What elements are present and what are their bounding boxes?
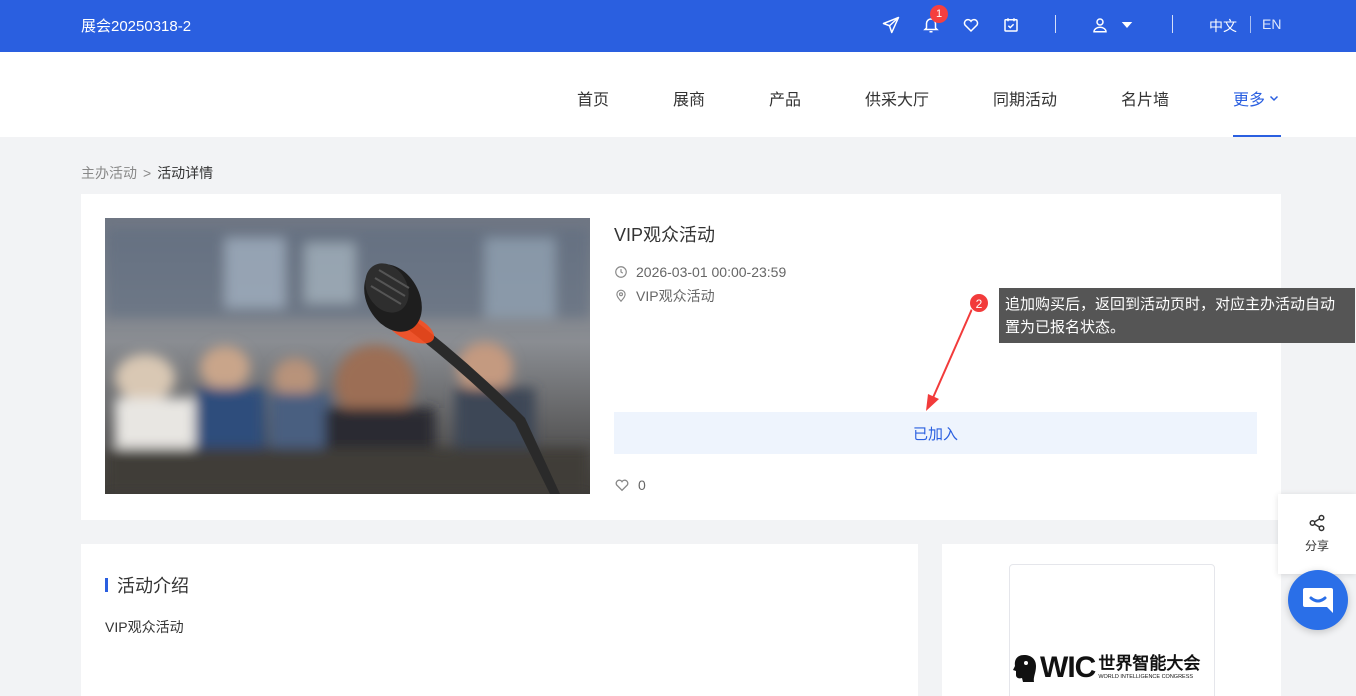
annotation-number: 2 [969,293,989,313]
clock-icon [615,266,627,278]
like-count: 0 [638,477,646,493]
top-bar: 展会20250318-2 1 中文 EN [0,0,1356,52]
intro-heading: 活动介绍 [105,572,189,598]
site-title[interactable]: 展会20250318-2 [81,15,191,36]
breadcrumb: 主办活动 > 活动详情 [81,163,213,183]
event-time-row: 2026-03-01 00:00-23:59 [614,264,786,280]
nav-products[interactable]: 产品 [769,86,801,110]
chat-button[interactable] [1288,570,1348,630]
joined-button[interactable]: 已加入 [614,412,1257,454]
share-icon [1309,514,1325,532]
location-pin-icon [616,289,626,303]
nav-concurrent-events[interactable]: 同期活动 [993,86,1057,110]
breadcrumb-parent[interactable]: 主办活动 [81,163,137,183]
nav-exhibitors[interactable]: 展商 [673,86,705,110]
lang-zh[interactable]: 中文 [1209,16,1237,36]
nav-card-wall[interactable]: 名片墙 [1121,86,1169,110]
sponsor-logo-card[interactable]: WIC 世界智能大会 WORLD INTELLIGENCE CONGRESS [1009,564,1215,696]
nav-more-label: 更多 [1233,92,1266,109]
header-divider [1172,15,1173,33]
wic-logo-name: 世界智能大会 [1098,654,1201,674]
chevron-down-icon [1269,95,1279,102]
nav-more[interactable]: 更多 [1233,86,1280,110]
wic-logo: WIC 世界智能大会 WORLD INTELLIGENCE CONGRESS [1010,651,1216,685]
wic-logo-subtitle: WORLD INTELLIGENCE CONGRESS [1098,674,1194,681]
intro-text: VIP观众活动 [105,619,184,635]
wic-logo-mark: WIC [1040,651,1096,684]
event-title: VIP观众活动 [614,225,716,245]
main-nav: 首页 展商 产品 供采大厅 同期活动 名片墙 更多 [0,52,1356,137]
notification-badge: 1 [930,5,948,23]
like-button[interactable]: 0 [614,477,646,493]
heading-accent-bar [105,578,108,592]
event-time: 2026-03-01 00:00-23:59 [636,264,787,280]
event-card: VIP观众活动 2026-03-01 00:00-23:59 VIP观众活动 已… [81,194,1281,520]
event-location-row: VIP观众活动 [614,286,715,306]
heart-outline-icon [615,479,629,492]
nav-active-underline [1233,135,1281,137]
nav-sourcing-hall[interactable]: 供采大厅 [865,86,929,110]
heart-icon[interactable] [960,14,982,36]
nav-home[interactable]: 首页 [577,86,609,110]
share-button[interactable]: 分享 [1278,494,1356,574]
wic-logo-text: 世界智能大会 WORLD INTELLIGENCE CONGRESS [1098,655,1200,681]
share-label: 分享 [1304,539,1329,553]
sponsor-panel: WIC 世界智能大会 WORLD INTELLIGENCE CONGRESS [942,544,1281,696]
intro-panel: 活动介绍 VIP观众活动 [81,544,918,696]
event-location: VIP观众活动 [636,288,715,304]
lang-divider [1250,16,1251,33]
event-image [105,218,590,494]
user-icon[interactable] [1089,14,1111,36]
caret-down-icon[interactable] [1117,14,1137,36]
breadcrumb-separator: > [143,165,152,181]
wic-head-icon [1013,655,1036,682]
header-divider [1055,15,1056,33]
chat-icon [1303,588,1333,613]
intro-heading-text: 活动介绍 [117,576,189,596]
send-icon[interactable] [880,14,902,36]
breadcrumb-current: 活动详情 [157,165,214,181]
calendar-check-icon[interactable] [1000,14,1022,36]
lang-en[interactable]: EN [1262,16,1281,32]
annotation-tooltip: 追加购买后，返回到活动页时，对应主办活动自动置为已报名状态。 [999,288,1355,343]
